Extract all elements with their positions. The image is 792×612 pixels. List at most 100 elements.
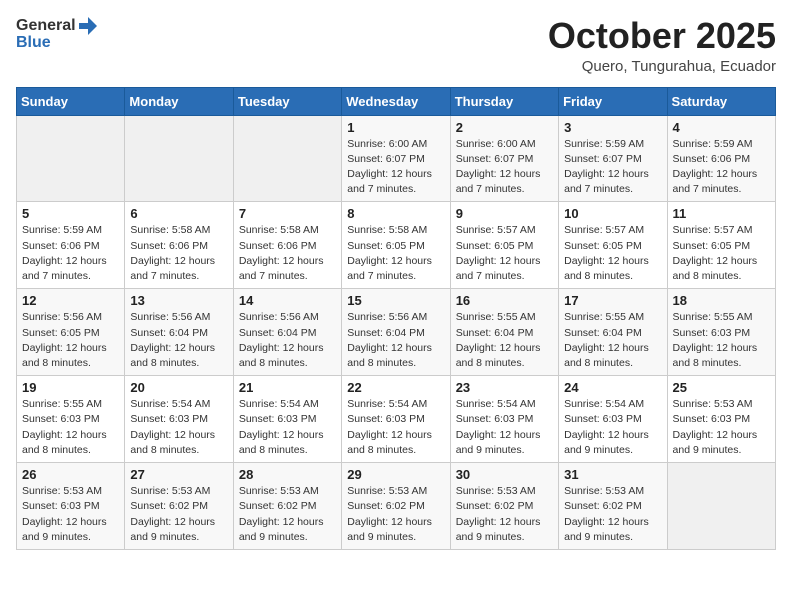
day-number: 25 bbox=[673, 380, 770, 395]
calendar-cell: 29Sunrise: 5:53 AM Sunset: 6:02 PM Dayli… bbox=[342, 463, 450, 550]
cell-content: Sunrise: 5:57 AM Sunset: 6:05 PM Dayligh… bbox=[673, 223, 770, 284]
calendar-cell bbox=[17, 115, 125, 202]
calendar-cell: 17 Sunrise: 5:55 AM Sunset: 6:04 PM Dayli… bbox=[559, 289, 667, 376]
day-number: 5 bbox=[22, 206, 119, 221]
cell-content: Sunrise: 5:54 AM Sunset: 6:03 PM Dayligh… bbox=[239, 397, 336, 458]
logo-general-text: General bbox=[16, 17, 76, 35]
cell-content: Sunrise: 5:54 AM Sunset: 6:03 PM Dayligh… bbox=[456, 397, 553, 458]
cell-content: Sunrise: 5:54 AM Sunset: 6:03 PM Dayligh… bbox=[564, 397, 661, 458]
day-number: 4 bbox=[673, 120, 770, 135]
day-of-week-header: Sunday bbox=[17, 87, 125, 115]
calendar-cell: 5 Sunrise: 5:59 AM Sunset: 6:06 PM Daylig… bbox=[17, 202, 125, 289]
day-number: 17 bbox=[564, 293, 661, 308]
calendar-cell bbox=[125, 115, 233, 202]
cell-content: Sunrise: 5:57 AM Sunset: 6:05 PM Dayligh… bbox=[564, 223, 661, 284]
calendar-week-row: 5 Sunrise: 5:59 AM Sunset: 6:06 PM Daylig… bbox=[17, 202, 776, 289]
day-number: 3 bbox=[564, 120, 661, 135]
day-number: 10 bbox=[564, 206, 661, 221]
cell-content: Sunrise: 5:56 AM Sunset: 6:04 PM Dayligh… bbox=[239, 310, 336, 371]
day-number: 18 bbox=[673, 293, 770, 308]
calendar-cell: 19 Sunrise: 5:55 AM Sunset: 6:03 PM Dayli… bbox=[17, 376, 125, 463]
cell-content: Sunrise: 5:53 AM Sunset: 6:02 PM Dayligh… bbox=[130, 484, 227, 545]
day-of-week-header: Wednesday bbox=[342, 87, 450, 115]
calendar-cell: 10 Sunrise: 5:57 AM Sunset: 6:05 PM Dayli… bbox=[559, 202, 667, 289]
cell-content: Sunrise: 5:59 AM Sunset: 6:06 PM Dayligh… bbox=[673, 137, 770, 198]
title-area: October 2025 Quero, Tungurahua, Ecuador bbox=[548, 16, 776, 75]
calendar-cell: 7Sunrise: 5:58 AM Sunset: 6:06 PM Daylig… bbox=[233, 202, 341, 289]
cell-content: Sunrise: 5:55 AM Sunset: 6:04 PM Dayligh… bbox=[456, 310, 553, 371]
calendar-cell: 13Sunrise: 5:56 AM Sunset: 6:04 PM Dayli… bbox=[125, 289, 233, 376]
calendar-week-row: 12 Sunrise: 5:56 AM Sunset: 6:05 PM Dayli… bbox=[17, 289, 776, 376]
calendar-cell: 11 Sunrise: 5:57 AM Sunset: 6:05 PM Dayli… bbox=[667, 202, 775, 289]
cell-content: Sunrise: 5:54 AM Sunset: 6:03 PM Dayligh… bbox=[347, 397, 444, 458]
calendar-cell: 14Sunrise: 5:56 AM Sunset: 6:04 PM Dayli… bbox=[233, 289, 341, 376]
logo-blue-text: Blue bbox=[16, 34, 98, 52]
day-number: 24 bbox=[564, 380, 661, 395]
day-number: 13 bbox=[130, 293, 227, 308]
calendar-header-row: SundayMondayTuesdayWednesdayThursdayFrid… bbox=[17, 87, 776, 115]
calendar-cell: 25 Sunrise: 5:53 AM Sunset: 6:03 PM Dayli… bbox=[667, 376, 775, 463]
cell-content: Sunrise: 5:53 AM Sunset: 6:02 PM Dayligh… bbox=[456, 484, 553, 545]
calendar-cell: 27Sunrise: 5:53 AM Sunset: 6:02 PM Dayli… bbox=[125, 463, 233, 550]
calendar-table: SundayMondayTuesdayWednesdayThursdayFrid… bbox=[16, 87, 776, 550]
calendar-week-row: 26Sunrise: 5:53 AM Sunset: 6:03 PM Dayli… bbox=[17, 463, 776, 550]
day-number: 8 bbox=[347, 206, 444, 221]
cell-content: Sunrise: 5:53 AM Sunset: 6:03 PM Dayligh… bbox=[673, 397, 770, 458]
cell-content: Sunrise: 5:58 AM Sunset: 6:05 PM Dayligh… bbox=[347, 223, 444, 284]
location-subtitle: Quero, Tungurahua, Ecuador bbox=[548, 58, 776, 75]
calendar-week-row: 1 Sunrise: 6:00 AM Sunset: 6:07 PM Daylig… bbox=[17, 115, 776, 202]
calendar-cell: 12 Sunrise: 5:56 AM Sunset: 6:05 PM Dayli… bbox=[17, 289, 125, 376]
day-number: 2 bbox=[456, 120, 553, 135]
day-number: 22 bbox=[347, 380, 444, 395]
cell-content: Sunrise: 5:53 AM Sunset: 6:03 PM Dayligh… bbox=[22, 484, 119, 545]
month-title: October 2025 bbox=[548, 16, 776, 56]
calendar-cell bbox=[233, 115, 341, 202]
cell-content: Sunrise: 6:00 AM Sunset: 6:07 PM Dayligh… bbox=[456, 137, 553, 198]
day-number: 21 bbox=[239, 380, 336, 395]
calendar-cell: 20 Sunrise: 5:54 AM Sunset: 6:03 PM Dayli… bbox=[125, 376, 233, 463]
cell-content: Sunrise: 5:56 AM Sunset: 6:05 PM Dayligh… bbox=[22, 310, 119, 371]
calendar-cell: 15 Sunrise: 5:56 AM Sunset: 6:04 PM Dayli… bbox=[342, 289, 450, 376]
day-number: 23 bbox=[456, 380, 553, 395]
calendar-cell: 1 Sunrise: 6:00 AM Sunset: 6:07 PM Daylig… bbox=[342, 115, 450, 202]
day-number: 28 bbox=[239, 467, 336, 482]
day-number: 15 bbox=[347, 293, 444, 308]
logo: General Blue bbox=[16, 16, 98, 52]
calendar-cell: 4 Sunrise: 5:59 AM Sunset: 6:06 PM Daylig… bbox=[667, 115, 775, 202]
cell-content: Sunrise: 5:54 AM Sunset: 6:03 PM Dayligh… bbox=[130, 397, 227, 458]
day-number: 29 bbox=[347, 467, 444, 482]
logo-arrow-icon bbox=[78, 16, 98, 36]
day-number: 1 bbox=[347, 120, 444, 135]
calendar-cell: 21 Sunrise: 5:54 AM Sunset: 6:03 PM Dayli… bbox=[233, 376, 341, 463]
cell-content: Sunrise: 5:56 AM Sunset: 6:04 PM Dayligh… bbox=[347, 310, 444, 371]
cell-content: Sunrise: 5:58 AM Sunset: 6:06 PM Dayligh… bbox=[239, 223, 336, 284]
cell-content: Sunrise: 5:57 AM Sunset: 6:05 PM Dayligh… bbox=[456, 223, 553, 284]
day-of-week-header: Saturday bbox=[667, 87, 775, 115]
cell-content: Sunrise: 5:59 AM Sunset: 6:06 PM Dayligh… bbox=[22, 223, 119, 284]
day-number: 30 bbox=[456, 467, 553, 482]
day-number: 19 bbox=[22, 380, 119, 395]
calendar-cell: 23 Sunrise: 5:54 AM Sunset: 6:03 PM Dayli… bbox=[450, 376, 558, 463]
calendar-cell: 18Sunrise: 5:55 AM Sunset: 6:03 PM Dayli… bbox=[667, 289, 775, 376]
calendar-cell: 22 Sunrise: 5:54 AM Sunset: 6:03 PM Dayli… bbox=[342, 376, 450, 463]
day-number: 20 bbox=[130, 380, 227, 395]
calendar-cell: 16 Sunrise: 5:55 AM Sunset: 6:04 PM Dayli… bbox=[450, 289, 558, 376]
calendar-cell: 3Sunrise: 5:59 AM Sunset: 6:07 PM Daylig… bbox=[559, 115, 667, 202]
day-number: 11 bbox=[673, 206, 770, 221]
day-number: 12 bbox=[22, 293, 119, 308]
day-number: 16 bbox=[456, 293, 553, 308]
cell-content: Sunrise: 5:58 AM Sunset: 6:06 PM Dayligh… bbox=[130, 223, 227, 284]
calendar-week-row: 19 Sunrise: 5:55 AM Sunset: 6:03 PM Dayli… bbox=[17, 376, 776, 463]
calendar-cell: 30 Sunrise: 5:53 AM Sunset: 6:02 PM Dayli… bbox=[450, 463, 558, 550]
cell-content: Sunrise: 5:55 AM Sunset: 6:04 PM Dayligh… bbox=[564, 310, 661, 371]
calendar-cell: 26Sunrise: 5:53 AM Sunset: 6:03 PM Dayli… bbox=[17, 463, 125, 550]
cell-content: Sunrise: 6:00 AM Sunset: 6:07 PM Dayligh… bbox=[347, 137, 444, 198]
calendar-cell: 9Sunrise: 5:57 AM Sunset: 6:05 PM Daylig… bbox=[450, 202, 558, 289]
calendar-cell bbox=[667, 463, 775, 550]
cell-content: Sunrise: 5:55 AM Sunset: 6:03 PM Dayligh… bbox=[22, 397, 119, 458]
header: General Blue October 2025 Quero, Tungura… bbox=[16, 16, 776, 75]
calendar-cell: 2 Sunrise: 6:00 AM Sunset: 6:07 PM Daylig… bbox=[450, 115, 558, 202]
day-of-week-header: Tuesday bbox=[233, 87, 341, 115]
calendar-cell: 8 Sunrise: 5:58 AM Sunset: 6:05 PM Daylig… bbox=[342, 202, 450, 289]
logo-container: General Blue bbox=[16, 16, 98, 52]
